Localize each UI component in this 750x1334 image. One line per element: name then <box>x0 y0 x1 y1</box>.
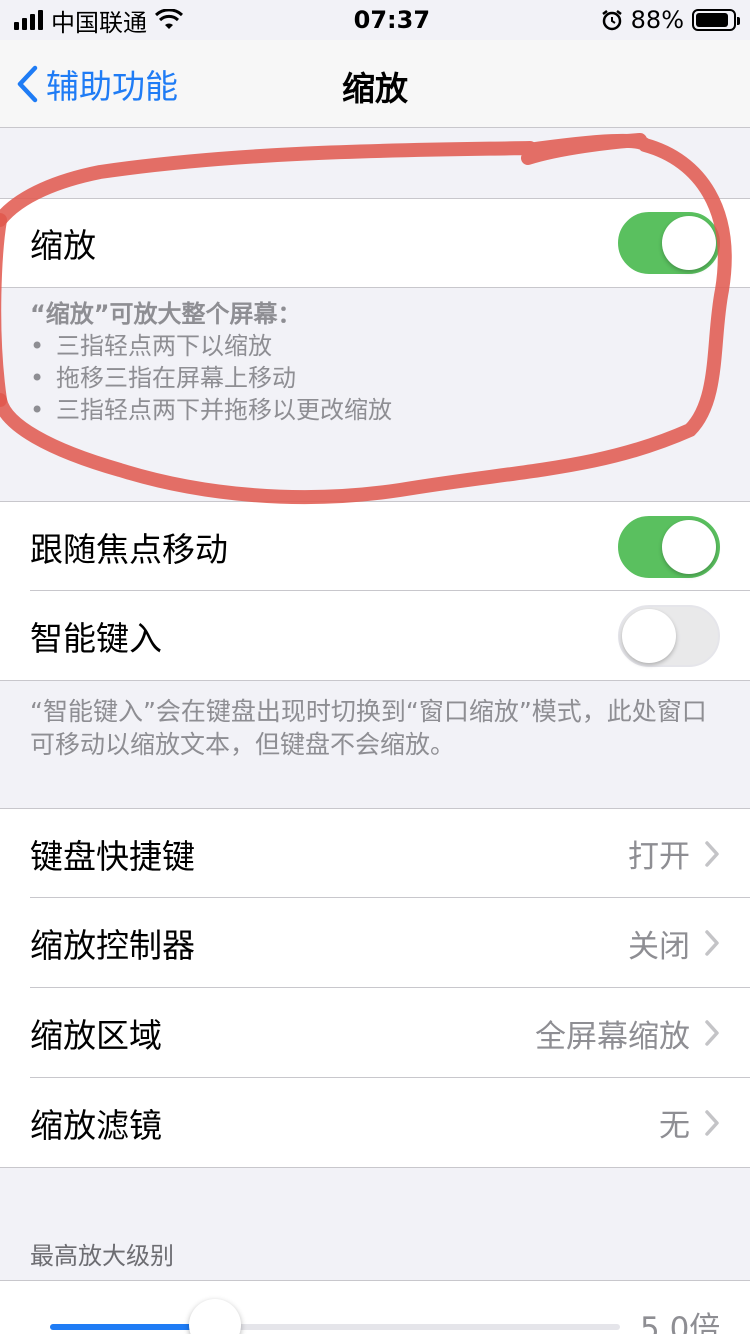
battery-icon <box>692 9 740 31</box>
chevron-right-icon <box>705 1109 719 1136</box>
option-label: 键盘快捷键 <box>30 836 195 876</box>
follow-focus-row: 跟随焦点移动 <box>0 501 750 591</box>
chevron-right-icon <box>705 840 719 867</box>
page-title: 缩放 <box>342 69 408 108</box>
option-value: 关闭 <box>628 928 690 965</box>
zoom-row: 缩放 <box>0 198 750 288</box>
chevron-right-icon <box>705 930 719 956</box>
smart-typing-label: 智能键入 <box>30 618 162 658</box>
zoom-label: 缩放 <box>30 226 96 265</box>
smart-typing-footer: “智能键入”会在键盘出现时切换到“窗口缩放”模式，此处窗口可移动以缩放文本，但键… <box>30 697 707 759</box>
carrier-label: 中国联通 <box>51 8 147 37</box>
option-value: 全屏幕缩放 <box>535 1018 690 1055</box>
max-zoom-slider-knob[interactable] <box>189 1299 242 1334</box>
zoom-region-row[interactable]: 缩放区域 全屏幕缩放 <box>0 988 750 1078</box>
zoom-toggle[interactable] <box>618 212 720 274</box>
list-item: • 拖移三指在屏幕上移动 <box>30 364 296 392</box>
zoom-footer-title: “缩放”可放大整个屏幕： <box>30 300 302 328</box>
list-item: • 三指轻点两下并拖移以更改缩放 <box>30 396 392 424</box>
keyboard-shortcuts-row[interactable]: 键盘快捷键 打开 <box>0 808 750 898</box>
bullet-text: 三指轻点两下以缩放 <box>56 332 272 360</box>
option-label: 缩放滤镜 <box>30 1105 162 1145</box>
clock: 07:37 <box>353 6 431 34</box>
wifi-icon <box>155 9 183 29</box>
status-left: 中国联通 <box>14 3 183 38</box>
max-zoom-slider-track[interactable] <box>50 1324 620 1330</box>
zoom-filter-row[interactable]: 缩放滤镜 无 <box>0 1078 750 1168</box>
option-value: 打开 <box>628 839 690 875</box>
signal-icon <box>14 10 43 30</box>
list-item: • 三指轻点两下以缩放 <box>30 332 272 360</box>
smart-typing-row: 智能键入 <box>0 591 750 681</box>
bullet-text: 三指轻点两下并拖移以更改缩放 <box>56 396 392 424</box>
chevron-right-icon <box>705 1020 719 1046</box>
status-right: 88% <box>601 6 740 34</box>
option-value: 无 <box>659 1108 690 1144</box>
zoom-controller-row[interactable]: 缩放控制器 关闭 <box>0 898 750 988</box>
option-label: 缩放控制器 <box>30 926 195 965</box>
zoom-footer: “缩放”可放大整个屏幕： • 三指轻点两下以缩放 • 拖移三指在屏幕上移动 • 三指轻… <box>30 298 710 426</box>
follow-focus-toggle[interactable] <box>618 515 720 578</box>
max-zoom-header: 最高放大级别 <box>30 1242 174 1270</box>
option-label: 缩放区域 <box>30 1016 162 1055</box>
smart-typing-toggle[interactable] <box>618 604 720 667</box>
battery-percent: 88% <box>630 6 684 34</box>
max-zoom-value: 5.0倍 <box>640 1311 721 1334</box>
max-zoom-slider-row: 5.0倍 <box>0 1280 750 1334</box>
status-bar: 中国联通 07:37 88% <box>0 0 750 40</box>
bullet-text: 拖移三指在屏幕上移动 <box>56 364 296 392</box>
alarm-icon <box>601 10 622 31</box>
navigation-bar: 辅助功能 缩放 <box>0 40 750 128</box>
follow-focus-label: 跟随焦点移动 <box>30 529 228 569</box>
